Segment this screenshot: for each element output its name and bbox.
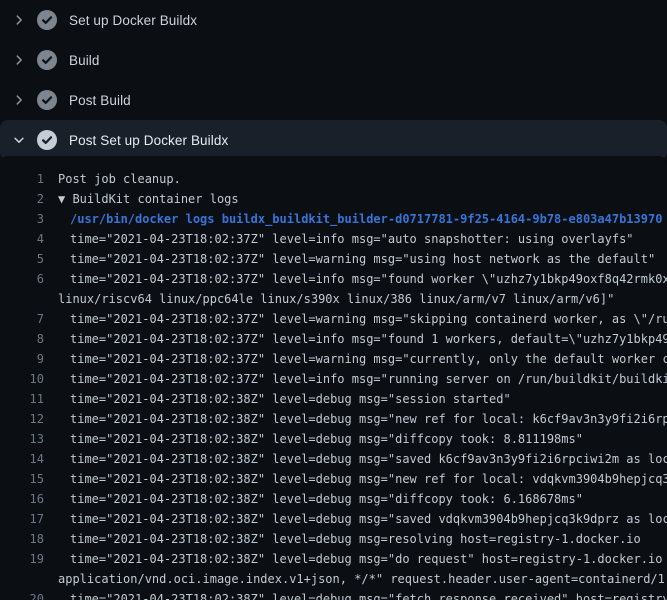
log-text: time="2021-04-23T18:02:38Z" level=debug … [70,489,583,509]
workflow-log-viewer: Set up Docker Buildx Build Post Build [0,0,667,600]
check-circle-icon [37,50,57,70]
log-text: time="2021-04-23T18:02:37Z" level=info m… [70,229,634,249]
log-line: 7 time="2021-04-23T18:02:37Z" level=warni… [0,309,667,329]
log-line: 9 time="2021-04-23T18:02:37Z" level=warni… [0,349,667,369]
step-header-set-up-docker-buildx[interactable]: Set up Docker Buildx [0,0,667,40]
log-line: 14 time="2021-04-23T18:02:38Z" level=debu… [0,449,667,469]
log-group-toggle[interactable]: ▼ BuildKit container logs [58,189,239,209]
log-text: time="2021-04-23T18:02:38Z" level=debug … [70,589,667,600]
log-line: 6 time="2021-04-23T18:02:37Z" level=info … [0,269,667,289]
line-number[interactable]: 8 [0,329,44,349]
step-header-post-set-up-docker-buildx[interactable]: Post Set up Docker Buildx [0,120,667,160]
line-number[interactable]: 11 [0,389,44,409]
log-text: time="2021-04-23T18:02:38Z" level=debug … [70,429,583,449]
step-header-post-build[interactable]: Post Build [0,80,667,120]
check-circle-icon [37,130,57,150]
line-number[interactable]: 10 [0,369,44,389]
chevron-down-icon [10,131,28,149]
log-section: 1 Post job cleanup. 2 ▼ BuildKit container … [0,156,667,600]
log-line: 10 time="2021-04-23T18:02:37Z" level=info… [0,369,667,389]
log-text: time="2021-04-23T18:02:38Z" level=debug … [70,549,667,569]
line-number[interactable]: 16 [0,489,44,509]
log-line: 8 time="2021-04-23T18:02:37Z" level=info … [0,329,667,349]
step-label: Post Set up Docker Buildx [69,133,228,148]
line-number[interactable]: 9 [0,349,44,369]
line-number[interactable]: 12 [0,409,44,429]
log-text: time="2021-04-23T18:02:37Z" level=warnin… [70,309,667,329]
log-line: 19 time="2021-04-23T18:02:38Z" level=debu… [0,549,667,569]
log-line-wrap: linux/riscv64 linux/ppc64le linux/s390x … [0,289,667,309]
log-text: time="2021-04-23T18:02:38Z" level=debug … [70,529,641,549]
steps-list: Set up Docker Buildx Build Post Build [0,0,667,160]
log-text: time="2021-04-23T18:02:37Z" level=info m… [70,329,667,349]
log-text: time="2021-04-23T18:02:37Z" level=warnin… [70,349,667,369]
line-number[interactable]: 1 [0,169,44,189]
log-text: time="2021-04-23T18:02:38Z" level=debug … [70,469,667,489]
log-text: time="2021-04-23T18:02:38Z" level=debug … [70,449,667,469]
log-line: 5 time="2021-04-23T18:02:37Z" level=warni… [0,249,667,269]
log-line: 2 ▼ BuildKit container logs [0,189,667,209]
line-number[interactable]: 17 [0,509,44,529]
line-number[interactable]: 6 [0,269,44,289]
step-label: Build [69,53,100,68]
chevron-right-icon [10,91,28,109]
line-number[interactable]: 18 [0,529,44,549]
log-line: 3/usr/bin/docker logs buildx_buildkit_bu… [0,209,667,229]
log-line: 20 time="2021-04-23T18:02:38Z" level=debu… [0,589,667,600]
line-number[interactable]: 4 [0,229,44,249]
step-header-build[interactable]: Build [0,40,667,80]
line-number[interactable]: 14 [0,449,44,469]
log-line: 13 time="2021-04-23T18:02:38Z" level=debu… [0,429,667,449]
log-text: time="2021-04-23T18:02:37Z" level=info m… [70,369,667,389]
line-number[interactable]: 7 [0,309,44,329]
line-number[interactable]: 13 [0,429,44,449]
log-line: 17 time="2021-04-23T18:02:38Z" level=debu… [0,509,667,529]
check-circle-icon [37,90,57,110]
log-text: time="2021-04-23T18:02:38Z" level=debug … [70,409,667,429]
log-text: application/vnd.oci.image.index.v1+json,… [58,569,667,589]
line-number[interactable]: 3 [0,209,44,229]
step-label: Set up Docker Buildx [69,13,197,28]
line-number [0,569,44,589]
check-circle-icon [37,10,57,30]
log-line-wrap: application/vnd.oci.image.index.v1+json,… [0,569,667,589]
line-number[interactable]: 15 [0,469,44,489]
line-number[interactable]: 20 [0,589,44,600]
log-text: time="2021-04-23T18:02:37Z" level=info m… [70,269,667,289]
log-line: 18 time="2021-04-23T18:02:38Z" level=debu… [0,529,667,549]
log-lines: 1 Post job cleanup. 2 ▼ BuildKit container … [0,169,667,600]
line-number[interactable]: 5 [0,249,44,269]
log-text: linux/riscv64 linux/ppc64le linux/s390x … [58,289,614,309]
log-line: 11 time="2021-04-23T18:02:38Z" level=debu… [0,389,667,409]
log-line: 16 time="2021-04-23T18:02:38Z" level=debu… [0,489,667,509]
line-number[interactable]: 19 [0,549,44,569]
log-line: 4 time="2021-04-23T18:02:37Z" level=info … [0,229,667,249]
log-text: time="2021-04-23T18:02:38Z" level=debug … [70,509,667,529]
chevron-right-icon [10,11,28,29]
chevron-right-icon [10,51,28,69]
log-text: Post job cleanup. [58,169,181,189]
line-number [0,289,44,309]
log-line: 12 time="2021-04-23T18:02:38Z" level=debu… [0,409,667,429]
log-line: 1 Post job cleanup. [0,169,667,189]
line-number[interactable]: 2 [0,189,44,209]
step-label: Post Build [69,93,131,108]
log-text: time="2021-04-23T18:02:37Z" level=warnin… [70,249,655,269]
log-line: 15 time="2021-04-23T18:02:38Z" level=debu… [0,469,667,489]
log-command-text: /usr/bin/docker logs buildx_buildkit_bui… [70,209,662,229]
log-text: time="2021-04-23T18:02:38Z" level=debug … [70,389,511,409]
